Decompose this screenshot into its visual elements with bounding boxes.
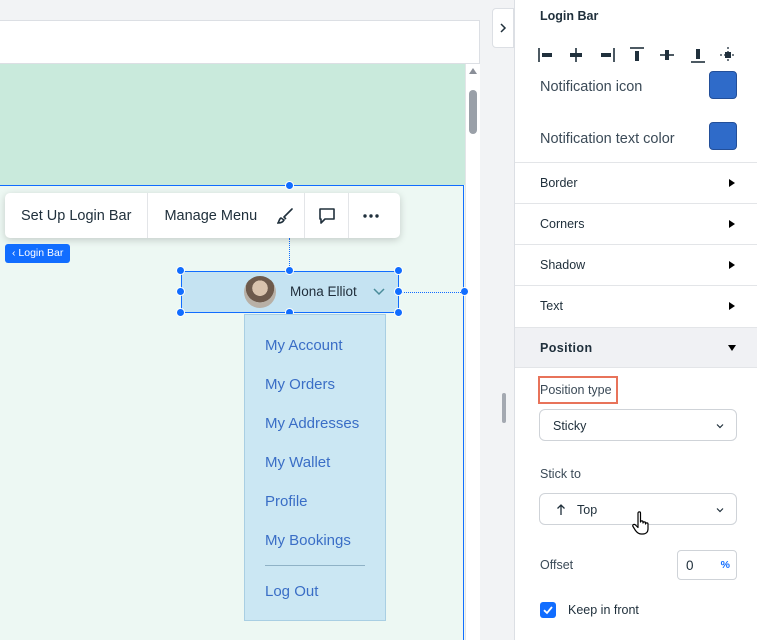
divider (515, 162, 757, 163)
scroll-thumb[interactable] (469, 90, 477, 134)
panel-title: Login Bar (540, 9, 599, 23)
avatar (244, 276, 276, 308)
align-center-h-icon[interactable] (567, 46, 585, 64)
align-bottom-icon[interactable] (689, 46, 707, 64)
position-type-dropdown[interactable]: Sticky (539, 409, 737, 441)
menu-item-log-out[interactable]: Log Out (265, 583, 318, 600)
offset-label: Offset (540, 558, 574, 572)
expand-text-icon[interactable] (729, 302, 735, 310)
collapse-panel-button[interactable] (492, 8, 514, 48)
expand-shadow-icon[interactable] (729, 261, 735, 269)
collapse-position-icon[interactable] (728, 345, 736, 351)
scroll-up-icon[interactable] (469, 68, 477, 74)
alignment-toolbar (537, 44, 737, 66)
chevron-down-icon (716, 508, 724, 513)
section-text[interactable]: Text (540, 299, 563, 313)
checkmark-icon (543, 606, 553, 615)
menu-item-profile[interactable]: Profile (265, 493, 308, 510)
section-border[interactable]: Border (540, 176, 578, 190)
chevron-down-icon[interactable] (372, 284, 386, 298)
header-section[interactable] (0, 64, 465, 185)
offset-unit[interactable]: % (721, 559, 730, 571)
menu-item-my-addresses[interactable]: My Addresses (265, 415, 359, 432)
resize-handle-br[interactable] (394, 308, 403, 317)
position-type-label: Position type (540, 383, 612, 397)
position-title: Position (540, 341, 593, 355)
divider (515, 244, 757, 245)
align-center-icon[interactable] (719, 46, 737, 64)
user-name: Mona Elliot (290, 284, 357, 299)
chevron-right-icon (500, 23, 507, 33)
menu-item-my-wallet[interactable]: My Wallet (265, 454, 330, 471)
more-icon[interactable] (349, 193, 393, 238)
resize-handle-t[interactable] (285, 266, 294, 275)
setup-login-bar-button[interactable]: Set Up Login Bar (5, 193, 149, 238)
notification-text-color-swatch[interactable] (709, 122, 737, 150)
notification-icon-color-swatch[interactable] (709, 71, 737, 99)
align-center-v-icon[interactable] (658, 46, 676, 64)
section-corners[interactable]: Corners (540, 217, 584, 231)
selection-handle-top[interactable] (285, 181, 294, 190)
position-type-value: Sticky (553, 419, 587, 433)
menu-divider (265, 565, 365, 566)
resize-handle-r[interactable] (394, 287, 403, 296)
manage-menu-button[interactable]: Manage Menu (148, 193, 267, 238)
expand-border-icon[interactable] (729, 179, 735, 187)
menu-item-my-orders[interactable]: My Orders (265, 376, 335, 393)
resize-handle-tl[interactable] (176, 266, 185, 275)
canvas-scrollbar[interactable] (465, 64, 480, 640)
editor-canvas: Set Up Login Bar Manage Menu ‹ Login Bar… (0, 0, 490, 640)
notification-text-color-label: Notification text color (540, 131, 675, 147)
align-left-icon[interactable] (537, 46, 555, 64)
design-panel: Login Bar Notification icon Notification… (514, 0, 757, 640)
stick-to-label: Stick to (540, 467, 581, 481)
keep-in-front-label: Keep in front (568, 603, 639, 617)
offset-value: 0 (686, 558, 694, 573)
menu-item-my-account[interactable]: My Account (265, 337, 343, 354)
element-toolbar: Set Up Login Bar Manage Menu (5, 193, 400, 238)
notification-icon-label: Notification icon (540, 79, 643, 95)
section-shadow[interactable]: Shadow (540, 258, 585, 272)
divider (515, 285, 757, 286)
brush-icon[interactable] (267, 193, 306, 238)
element-name-tag[interactable]: ‹ Login Bar (5, 244, 71, 263)
member-menu: My Account My Orders My Addresses My Wal… (244, 314, 386, 621)
keep-in-front-checkbox[interactable] (540, 602, 556, 618)
align-top-icon[interactable] (628, 46, 646, 64)
chevron-down-icon (716, 424, 724, 429)
resize-handle-l[interactable] (176, 287, 185, 296)
panel-resize-grip[interactable] (502, 393, 506, 423)
position-section-header[interactable]: Position (515, 327, 757, 368)
resize-handle-tr[interactable] (394, 266, 403, 275)
comment-icon[interactable] (305, 193, 350, 238)
menu-item-my-bookings[interactable]: My Bookings (265, 532, 351, 549)
align-right-icon[interactable] (598, 46, 616, 64)
offset-input[interactable]: 0 % (677, 550, 737, 580)
stick-to-value: Top (577, 503, 598, 517)
hand-cursor-icon (632, 511, 649, 535)
login-bar-element[interactable]: Mona Elliot (181, 271, 399, 313)
resize-handle-bl[interactable] (176, 308, 185, 317)
arrow-up-icon (557, 504, 565, 515)
guide-line-horizontal (399, 292, 463, 293)
divider (515, 203, 757, 204)
expand-corners-icon[interactable] (729, 220, 735, 228)
canvas-top-bar (0, 20, 480, 64)
